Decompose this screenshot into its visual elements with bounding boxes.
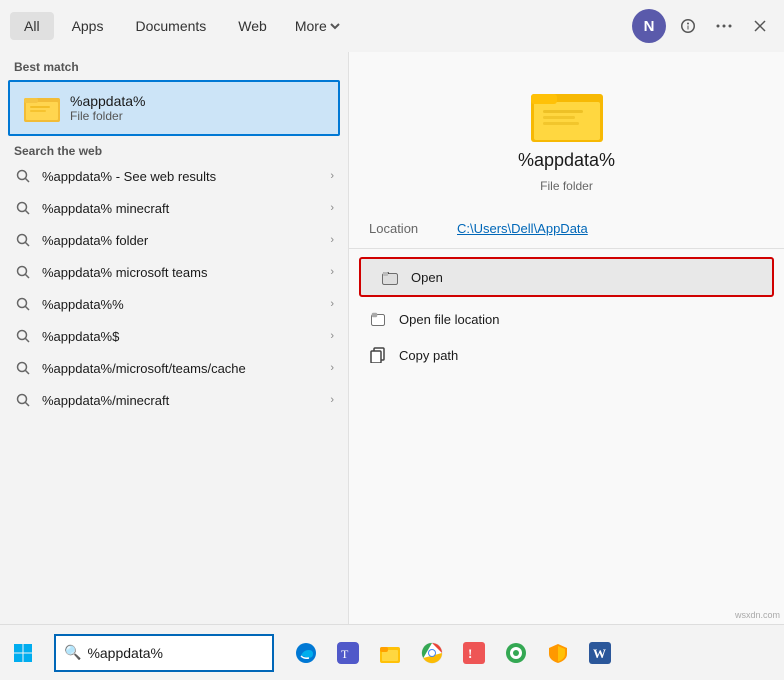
list-item-text-4: %appdata% microsoft teams [42,265,330,280]
search-web-label: Search the web [0,138,348,160]
top-nav: All Apps Documents Web More N [0,0,784,52]
list-item[interactable]: %appdata% - See web results › [0,160,348,192]
tab-documents[interactable]: Documents [121,12,220,40]
taskbar-word[interactable]: W [580,633,620,673]
search-box[interactable]: 🔍 [54,634,274,672]
list-item-text-1: %appdata% - See web results [42,169,330,184]
start-button[interactable] [0,625,46,680]
right-panel: %appdata% File folder Location C:\Users\… [348,52,784,624]
search-icon-2 [14,199,32,217]
search-icon-4 [14,263,32,281]
more-label: More [295,18,327,34]
folder-icon-small [24,90,60,126]
tab-web[interactable]: Web [224,12,281,40]
main-container: Best match %appdata% File folder [0,52,784,624]
best-match-type: File folder [70,109,146,123]
open-label: Open [411,270,443,285]
divider [349,248,784,249]
svg-text:T: T [341,647,349,661]
list-item[interactable]: %appdata% minecraft › [0,192,348,224]
taskbar-chrome[interactable] [412,633,452,673]
svg-text:!: ! [468,646,472,661]
arrow-1: › [330,170,334,182]
tab-apps[interactable]: Apps [58,12,118,40]
copy-path-action[interactable]: Copy path [349,337,784,373]
list-item[interactable]: %appdata%/microsoft/teams/cache › [0,352,348,384]
search-icon-8 [14,391,32,409]
taskbar-shield[interactable] [538,633,578,673]
left-panel: Best match %appdata% File folder [0,52,348,624]
best-match-info: %appdata% File folder [70,93,146,123]
windows-icon [13,643,33,663]
taskbar-explorer[interactable] [370,633,410,673]
user-avatar[interactable]: N [632,9,666,43]
list-item-text-5: %appdata%% [42,297,330,312]
feedback-icon [680,18,696,34]
list-item[interactable]: %appdata% folder › [0,224,348,256]
search-input[interactable] [87,645,268,661]
list-item[interactable]: %appdata%/minecraft › [0,384,348,416]
taskbar-teams[interactable]: T [328,633,368,673]
more-menu[interactable]: More [285,12,350,40]
arrow-7: › [330,362,334,374]
taskbar-apps: T ! [282,633,784,673]
arrow-6: › [330,330,334,342]
list-item[interactable]: %appdata%$ › [0,320,348,352]
open-icon [381,268,399,286]
right-title: %appdata% [518,150,615,171]
taskbar-outlook[interactable]: ! [454,633,494,673]
close-button[interactable] [746,12,774,40]
folder-icon-large [531,82,603,142]
taskbar-edge[interactable] [286,633,326,673]
list-item[interactable]: %appdata%% › [0,288,348,320]
chevron-down-icon [330,21,340,31]
list-item-text-8: %appdata%/minecraft [42,393,330,408]
svg-text:W: W [593,646,606,661]
location-label: Location [369,221,449,236]
open-file-location-action[interactable]: Open file location [349,301,784,337]
search-icon-3 [14,231,32,249]
best-match-item[interactable]: %appdata% File folder [8,80,340,136]
best-match-name: %appdata% [70,93,146,109]
open-file-location-label: Open file location [399,312,499,327]
arrow-5: › [330,298,334,310]
search-icon-5 [14,295,32,313]
more-options-button[interactable] [710,12,738,40]
arrow-8: › [330,394,334,406]
open-action[interactable]: Open [359,257,774,297]
list-item-text-2: %appdata% minecraft [42,201,330,216]
arrow-2: › [330,202,334,214]
list-item[interactable]: %appdata% microsoft teams › [0,256,348,288]
right-top-section: %appdata% File folder [349,52,784,213]
copy-path-label: Copy path [399,348,458,363]
arrow-3: › [330,234,334,246]
tab-all[interactable]: All [10,12,54,40]
location-value[interactable]: C:\Users\Dell\AppData [457,221,588,236]
search-icon-1 [14,167,32,185]
taskbar: 🔍 T [0,624,784,680]
right-info-row: Location C:\Users\Dell\AppData [349,213,784,244]
right-subtitle: File folder [540,179,593,193]
arrow-4: › [330,266,334,278]
open-file-location-icon [369,310,387,328]
best-match-label: Best match [0,52,348,78]
list-item-text-3: %appdata% folder [42,233,330,248]
top-right-controls: N [632,9,774,43]
search-icon-7 [14,359,32,377]
taskbar-chrome2[interactable] [496,633,536,673]
list-item-text-7: %appdata%/microsoft/teams/cache [42,361,330,376]
ellipsis-icon [716,24,732,28]
search-icon-taskbar: 🔍 [64,644,81,661]
search-icon-6 [14,327,32,345]
list-item-text-6: %appdata%$ [42,329,330,344]
close-icon [754,20,766,32]
feedback-button[interactable] [674,12,702,40]
copy-path-icon [369,346,387,364]
